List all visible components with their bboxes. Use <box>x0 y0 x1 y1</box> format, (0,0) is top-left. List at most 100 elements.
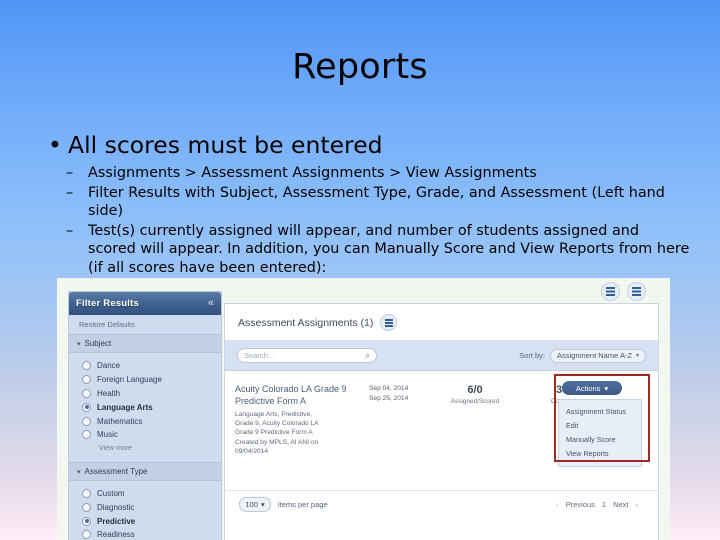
sub-bullet-1-text: Assignments > Assessment Assignments > V… <box>88 165 537 181</box>
bullet-dot-icon: • <box>48 131 62 159</box>
grid-view-icon[interactable] <box>601 282 620 301</box>
filter-option-label: Predictive <box>97 516 136 526</box>
actions-menu: Assignment Status Edit Manually Score Vi… <box>558 399 642 467</box>
restore-defaults-link[interactable]: Restore Defaults <box>69 315 221 334</box>
filter-option-label: Dance <box>97 361 121 371</box>
assignment-name-column: Acuity Colorado LA Grade 9 Predictive Fo… <box>235 383 369 456</box>
sub-bullet-1: – Assignments > Assessment Assignments >… <box>62 164 691 183</box>
page-title: Reports <box>292 47 428 87</box>
sort-control: Sort by: Assignment Name A-Z ▾ <box>519 348 646 363</box>
top-icon-group <box>601 282 646 301</box>
filter-option-health[interactable]: Health <box>69 387 221 401</box>
radio-icon-selected[interactable] <box>82 402 91 412</box>
pagination: ‹ Previous 1 Next › <box>556 500 644 509</box>
next-page-link[interactable]: Next <box>613 500 628 509</box>
radio-icon[interactable] <box>82 388 91 398</box>
filter-option-predictive[interactable]: Predictive <box>69 514 221 528</box>
current-page-number[interactable]: 1 <box>602 500 606 509</box>
radio-icon[interactable] <box>82 430 91 440</box>
radio-icon[interactable] <box>82 489 91 499</box>
actions-button[interactable]: Actions ▾ <box>562 381 622 395</box>
filter-option-mathematics[interactable]: Mathematics <box>69 414 221 428</box>
sort-dropdown[interactable]: Assignment Name A-Z ▾ <box>550 348 646 363</box>
filter-option-label: Custom <box>97 489 125 499</box>
actions-menu-item-view-reports[interactable]: View Reports <box>559 447 641 461</box>
sub-bullet-list: – Assignments > Assessment Assignments >… <box>36 164 691 277</box>
items-per-page-label: items per page <box>278 499 328 509</box>
bullet-level1-text: All scores must be entered <box>68 131 383 159</box>
chevron-down-icon: ▾ <box>77 341 81 348</box>
radio-icon[interactable] <box>82 361 91 371</box>
previous-arrow-icon[interactable]: ‹ <box>556 500 559 509</box>
filter-sidebar: Filter Results « Restore Defaults ▾ Subje… <box>68 291 222 540</box>
assignment-start-date: Sep 04, 2014 <box>369 385 409 392</box>
assignment-meta-line-5: 09/04/2014 <box>235 447 269 455</box>
panel-view-toggle-icon[interactable] <box>380 314 398 331</box>
filter-group-subject-header[interactable]: ▾ Subject <box>69 334 221 353</box>
sort-label: Sort by: <box>519 351 545 360</box>
filter-sidebar-header: Filter Results « <box>69 292 221 315</box>
slide-body: • All scores must be entered – Assignmen… <box>36 131 691 278</box>
filter-option-label: Music <box>97 430 118 440</box>
filter-option-diagnostic[interactable]: Diagnostic <box>69 500 221 514</box>
sub-bullet-2-text: Filter Results with Subject, Assessment … <box>88 184 665 220</box>
radio-icon[interactable] <box>82 502 91 512</box>
filter-option-dance[interactable]: Dance <box>69 359 221 373</box>
panel-title: Assessment Assignments (1) <box>238 316 374 329</box>
items-per-page-dropdown[interactable]: 100 ▾ <box>239 496 271 512</box>
filter-group-subject-label: Subject <box>84 339 112 348</box>
list-view-icon[interactable] <box>627 282 646 301</box>
previous-page-link[interactable]: Previous <box>566 500 595 509</box>
search-placeholder: Search... <box>244 351 275 360</box>
assignment-dates: Sep 04, 2014 Sep 25, 2014 <box>369 383 429 456</box>
actions-menu-item-manually-score[interactable]: Manually Score <box>559 432 641 446</box>
radio-icon[interactable] <box>82 416 91 426</box>
search-input[interactable]: Search... ⌕ <box>237 348 377 363</box>
dash-icon: – <box>66 222 74 239</box>
filter-option-label: Mathematics <box>97 416 143 426</box>
sort-dropdown-value: Assignment Name A-Z <box>557 351 633 360</box>
filter-option-music[interactable]: Music <box>69 428 221 442</box>
radio-icon[interactable] <box>82 530 91 540</box>
dash-icon: – <box>66 165 74 181</box>
embedded-app-screenshot: Filter Results « Restore Defaults ▾ Subje… <box>57 278 670 540</box>
filter-sidebar-title: Filter Results <box>76 298 139 309</box>
radio-icon-selected[interactable] <box>82 516 91 526</box>
filter-option-label: Health <box>97 388 121 398</box>
panel-header: Assessment Assignments (1) <box>225 304 658 341</box>
assignment-end-date: Sep 25, 2014 <box>369 394 409 402</box>
radio-icon[interactable] <box>82 375 91 385</box>
chevron-down-icon: ▾ <box>77 468 81 476</box>
filter-group-assessment-type-header[interactable]: ▾ Assessment Type <box>69 461 221 481</box>
actions-button-label: Actions <box>575 383 601 393</box>
filter-option-custom[interactable]: Custom <box>69 487 221 501</box>
sub-bullet-3: – Test(s) currently assigned will appear… <box>62 222 691 278</box>
chevron-down-icon: ▾ <box>604 383 609 393</box>
filter-option-readiness[interactable]: Readiness <box>69 528 221 540</box>
search-icon[interactable]: ⌕ <box>366 351 370 361</box>
assigned-scored-label: Assigned/Scored <box>450 398 500 405</box>
chevron-down-icon: ▾ <box>260 499 265 509</box>
bullet-level1: • All scores must be entered <box>36 131 691 159</box>
assignment-name[interactable]: Acuity Colorado LA Grade 9 Predictive Fo… <box>235 383 361 407</box>
filter-option-language-arts[interactable]: Language Arts <box>69 400 221 414</box>
filter-option-label: Language Arts <box>97 402 153 412</box>
collapse-sidebar-icon[interactable]: « <box>208 298 214 309</box>
assigned-scored-stat: 6/0 Assigned/Scored <box>429 383 521 456</box>
actions-area: Actions ▾ Assignment Status Edit Manuall… <box>558 379 642 467</box>
filter-group-assessment-type-options: Custom Diagnostic Predictive Readiness <box>69 480 221 540</box>
next-arrow-icon[interactable]: › <box>636 500 639 509</box>
slide: Reports • All scores must be entered – A… <box>0 0 720 540</box>
filter-option-foreign-language[interactable]: Foreign Language <box>69 373 221 387</box>
view-more-link[interactable]: View more <box>69 442 221 456</box>
assigned-scored-value: 6/0 <box>467 384 483 396</box>
assignment-row: Acuity Colorado LA Grade 9 Predictive Fo… <box>225 371 658 467</box>
filter-option-label: Diagnostic <box>97 502 135 512</box>
sub-bullet-3-text: Test(s) currently assigned will appear, … <box>88 222 690 276</box>
assignment-meta-line-2: Grade 9, Acuity Colorado LA <box>235 420 319 428</box>
filter-option-label: Readiness <box>97 530 135 540</box>
assessment-assignments-panel: Assessment Assignments (1) Search... ⌕ S… <box>224 303 659 540</box>
actions-menu-item-edit[interactable]: Edit <box>559 418 641 432</box>
actions-menu-item-assignment-status[interactable]: Assignment Status <box>559 404 641 418</box>
assignment-meta-line-1: Language Arts, Predictive, <box>235 411 312 418</box>
